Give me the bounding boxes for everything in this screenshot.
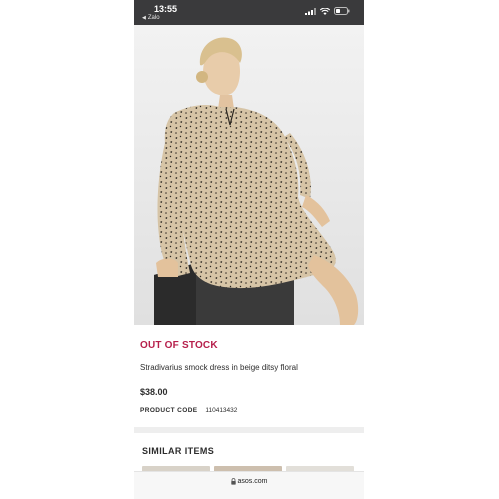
product-name: Stradivarius smock dress in beige ditsy … xyxy=(140,363,298,372)
similar-items-title: SIMILAR ITEMS xyxy=(142,446,215,456)
product-price: $38.00 xyxy=(140,387,168,397)
back-to-app-link[interactable]: ◀ Zalo xyxy=(142,15,160,21)
product-code-row: PRODUCT CODE 110413432 xyxy=(140,407,237,414)
lock-icon xyxy=(230,478,236,485)
battery-icon xyxy=(334,7,350,15)
stock-status: OUT OF STOCK xyxy=(140,340,218,351)
product-photo xyxy=(134,25,364,325)
product-image[interactable] xyxy=(134,25,364,325)
section-divider xyxy=(134,427,364,433)
signal-icon xyxy=(305,7,316,15)
status-time: 13:55 xyxy=(154,4,178,14)
status-bar: 13:55 ◀ Zalo xyxy=(134,0,364,25)
product-code-label: PRODUCT CODE xyxy=(140,407,198,414)
product-code-value: 110413432 xyxy=(205,407,238,414)
url-text: asos.com xyxy=(237,478,268,485)
back-arrow-icon: ◀ xyxy=(142,15,146,21)
back-app-label: Zalo xyxy=(147,15,160,21)
status-icons xyxy=(305,7,350,15)
wifi-icon xyxy=(320,7,330,15)
browser-url-bar[interactable]: asos.com xyxy=(134,471,364,499)
phone-screen: 13:55 ◀ Zalo OUT OF STOCK Stradivarius s… xyxy=(134,0,364,499)
url-display[interactable]: asos.com xyxy=(230,478,268,485)
